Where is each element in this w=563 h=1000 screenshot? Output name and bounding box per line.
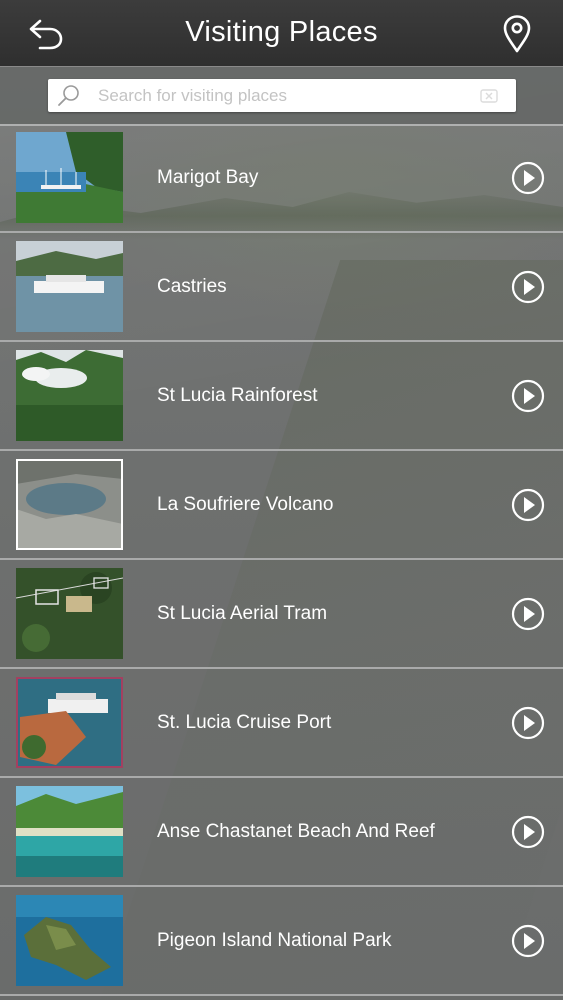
map-pin-icon (503, 15, 531, 53)
place-thumbnail (16, 786, 123, 877)
place-thumbnail (16, 568, 123, 659)
anse-chastanet-photo (16, 786, 123, 877)
place-name: Castries (157, 276, 227, 297)
list-item-la-soufriere-volcano[interactable]: La Soufriere Volcano (0, 451, 563, 560)
chevron-right-circle-icon[interactable] (511, 924, 545, 958)
rainforest-photo (16, 350, 123, 441)
chevron-right-circle-icon[interactable] (511, 161, 545, 195)
chevron-right-circle-icon[interactable] (511, 488, 545, 522)
place-name: St Lucia Rainforest (157, 385, 318, 406)
chevron-right-circle-icon[interactable] (511, 706, 545, 740)
chevron-right-circle-icon[interactable] (511, 815, 545, 849)
search-bar (0, 67, 563, 126)
place-name: St. Lucia Cruise Port (157, 712, 332, 733)
list-item-st-lucia-rainforest[interactable]: St Lucia Rainforest (0, 342, 563, 451)
list-item-anse-chastanet-beach-and-reef[interactable]: Anse Chastanet Beach And Reef (0, 778, 563, 887)
clear-search-icon[interactable] (480, 87, 498, 105)
app-header: Visiting Places (0, 0, 563, 67)
place-thumbnail (16, 459, 123, 550)
list-item-marigot-bay[interactable]: Marigot Bay (0, 124, 563, 233)
search-icon (58, 85, 79, 106)
aerial-tram-photo (16, 568, 123, 659)
place-thumbnail (16, 350, 123, 441)
place-name: Pigeon Island National Park (157, 930, 392, 951)
chevron-right-circle-icon[interactable] (511, 597, 545, 631)
place-name: Anse Chastanet Beach And Reef (157, 821, 435, 842)
list-item-st-lucia-cruise-port[interactable]: St. Lucia Cruise Port (0, 669, 563, 778)
place-name: St Lucia Aerial Tram (157, 603, 328, 624)
place-thumbnail (16, 132, 123, 223)
page-title: Visiting Places (185, 16, 378, 48)
place-name: Marigot Bay (157, 167, 259, 188)
places-list: Marigot Bay Castries St Lucia Rainforest… (0, 124, 563, 996)
pigeon-island-photo (16, 895, 123, 986)
list-item-st-lucia-aerial-tram[interactable]: St Lucia Aerial Tram (0, 560, 563, 669)
list-item-pigeon-island-national-park[interactable]: Pigeon Island National Park (0, 887, 563, 996)
place-thumbnail (16, 677, 123, 768)
search-box[interactable] (48, 79, 516, 112)
cruise-port-photo (16, 677, 123, 768)
chevron-right-circle-icon[interactable] (511, 379, 545, 413)
place-name: La Soufriere Volcano (157, 494, 334, 515)
map-button[interactable] (501, 14, 533, 54)
list-item-castries[interactable]: Castries (0, 233, 563, 342)
chevron-right-circle-icon[interactable] (511, 270, 545, 304)
place-thumbnail (16, 241, 123, 332)
search-input[interactable] (98, 79, 468, 112)
castries-photo (16, 241, 123, 332)
place-thumbnail (16, 895, 123, 986)
marigot-bay-photo (16, 132, 123, 223)
volcano-photo (16, 459, 123, 550)
